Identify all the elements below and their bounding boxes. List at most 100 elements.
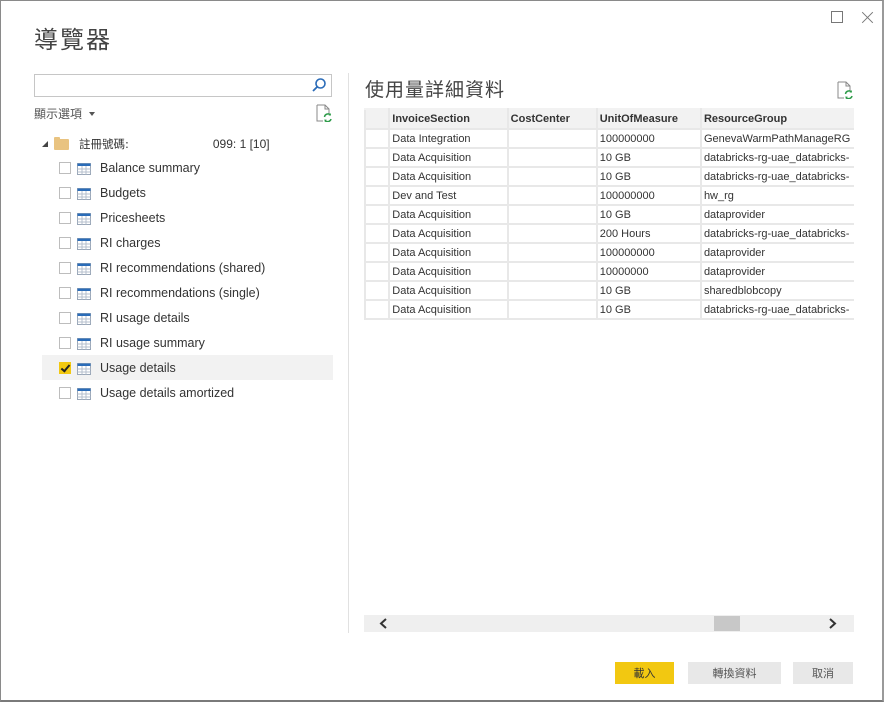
tree-item-label: Balance summary (100, 160, 201, 175)
tree-root-id: 099: 1 [10] (212, 137, 270, 151)
table-cell (506, 204, 598, 225)
row-index-cell (364, 166, 391, 187)
table-icon (77, 337, 91, 350)
table-cell (506, 280, 598, 301)
table-icon (77, 387, 91, 400)
tree-item[interactable]: Budgets (39, 180, 335, 205)
search-input[interactable] (39, 75, 313, 97)
item-checkbox[interactable] (59, 311, 71, 324)
row-index-cell (364, 280, 391, 301)
tree-item[interactable]: Usage details (42, 355, 333, 380)
table-cell (506, 261, 598, 282)
tree-root-node[interactable]: 註冊號碼: 099: 1 [10] (39, 133, 335, 155)
item-checkbox[interactable] (59, 361, 71, 374)
table-row: Data Acquisition 200 Hours databricks-rg-u… (364, 223, 854, 244)
table-cell: Data Acquisition (388, 204, 509, 225)
refresh-preview-icon[interactable] (837, 81, 853, 99)
pane-divider[interactable] (348, 73, 349, 633)
table-cell (506, 185, 598, 206)
horizontal-scrollbar[interactable] (364, 615, 854, 632)
refresh-icon[interactable] (316, 104, 332, 122)
table-cell: Data Acquisition (388, 299, 509, 320)
table-cell: databricks-rg-uae_databricks- (699, 299, 854, 320)
tree-root-label: 註冊號碼: (79, 137, 129, 151)
column-header[interactable]: UnitOfMeasure (595, 108, 702, 130)
navigator-tree: 註冊號碼: 099: 1 [10] Balance summary Budgets… (39, 133, 335, 405)
table-cell: hw_rg (699, 185, 854, 206)
column-header[interactable]: InvoiceSection (388, 108, 509, 130)
item-checkbox[interactable] (59, 186, 71, 199)
tree-item-label: RI recommendations (single) (100, 285, 260, 300)
table-cell: dataprovider (699, 242, 854, 263)
table-cell: 10 GB (595, 147, 702, 168)
table-header-row: InvoiceSection CostCenter UnitOfMeasure … (364, 108, 854, 130)
tree-item-label: Usage details amortized (100, 385, 235, 400)
table-cell: 10000000 (595, 261, 702, 282)
column-header[interactable]: ResourceGroup (699, 108, 854, 130)
row-index-header (364, 108, 391, 130)
table-icon (77, 362, 91, 375)
display-options-dropdown[interactable]: 顯示選項 (34, 105, 96, 122)
tree-item-label: RI usage details (100, 310, 190, 325)
table-cell (506, 128, 598, 149)
table-cell (506, 223, 598, 244)
scroll-right-icon[interactable] (822, 615, 842, 632)
table-cell: sharedblobcopy (699, 280, 854, 301)
tree-item[interactable]: RI recommendations (shared) (39, 255, 335, 280)
item-checkbox[interactable] (59, 261, 71, 274)
table-icon (77, 237, 91, 250)
cancel-button[interactable]: 取消 (793, 662, 853, 684)
table-cell: databricks-rg-uae_databricks- (699, 147, 854, 168)
item-checkbox[interactable] (59, 286, 71, 299)
table-icon (77, 287, 91, 300)
tree-item[interactable]: Pricesheets (39, 205, 335, 230)
table-cell: databricks-rg-uae_databricks- (699, 166, 854, 187)
item-checkbox[interactable] (59, 211, 71, 224)
tree-item[interactable]: RI recommendations (single) (39, 280, 335, 305)
maximize-button[interactable] (826, 7, 848, 29)
search-icon[interactable] (311, 77, 327, 93)
table-icon (77, 187, 91, 200)
row-index-cell (364, 147, 391, 168)
table-cell: 10 GB (595, 204, 702, 225)
expand-collapse-icon[interactable] (42, 141, 48, 147)
table-cell: Dev and Test (388, 185, 509, 206)
row-index-cell (364, 185, 391, 206)
tree-item[interactable]: RI usage summary (39, 330, 335, 355)
tree-item[interactable]: RI charges (39, 230, 335, 255)
tree-item[interactable]: Usage details amortized (39, 380, 335, 405)
tree-item[interactable]: RI usage details (39, 305, 335, 330)
tree-item[interactable]: Balance summary (39, 155, 335, 180)
scrollbar-thumb[interactable] (714, 616, 740, 631)
table-cell: Data Acquisition (388, 261, 509, 282)
preview-grid: InvoiceSection CostCenter UnitOfMeasure … (364, 108, 854, 618)
table-row: Dev and Test 100000000 hw_rg (364, 185, 854, 206)
table-cell: 10 GB (595, 280, 702, 301)
preview-table: InvoiceSection CostCenter UnitOfMeasure … (364, 108, 854, 320)
table-cell (506, 242, 598, 263)
load-button[interactable]: 載入 (615, 662, 674, 684)
table-cell: Data Integration (388, 128, 509, 149)
column-header[interactable]: CostCenter (506, 108, 598, 130)
table-row: Data Acquisition 10 GB sharedblobcopy (364, 280, 854, 301)
item-checkbox[interactable] (59, 386, 71, 399)
table-cell (506, 147, 598, 168)
table-cell: 200 Hours (595, 223, 702, 244)
table-row: Data Acquisition 10 GB databricks-rg-uae_d… (364, 147, 854, 168)
table-icon (77, 162, 91, 175)
table-icon (77, 262, 91, 275)
item-checkbox[interactable] (59, 236, 71, 249)
search-box (34, 74, 332, 97)
table-cell: dataprovider (699, 261, 854, 282)
table-cell: 10 GB (595, 299, 702, 320)
item-checkbox[interactable] (59, 336, 71, 349)
display-options-label: 顯示選項 (34, 107, 83, 121)
item-checkbox[interactable] (59, 161, 71, 174)
table-cell: databricks-rg-uae_databricks- (699, 223, 854, 244)
transform-data-button[interactable]: 轉換資料 (688, 662, 781, 684)
close-button[interactable] (857, 7, 879, 29)
table-cell: 100000000 (595, 128, 702, 149)
scroll-left-icon[interactable] (374, 615, 394, 632)
tree-item-label: RI usage summary (100, 335, 205, 350)
table-cell: 100000000 (595, 185, 702, 206)
